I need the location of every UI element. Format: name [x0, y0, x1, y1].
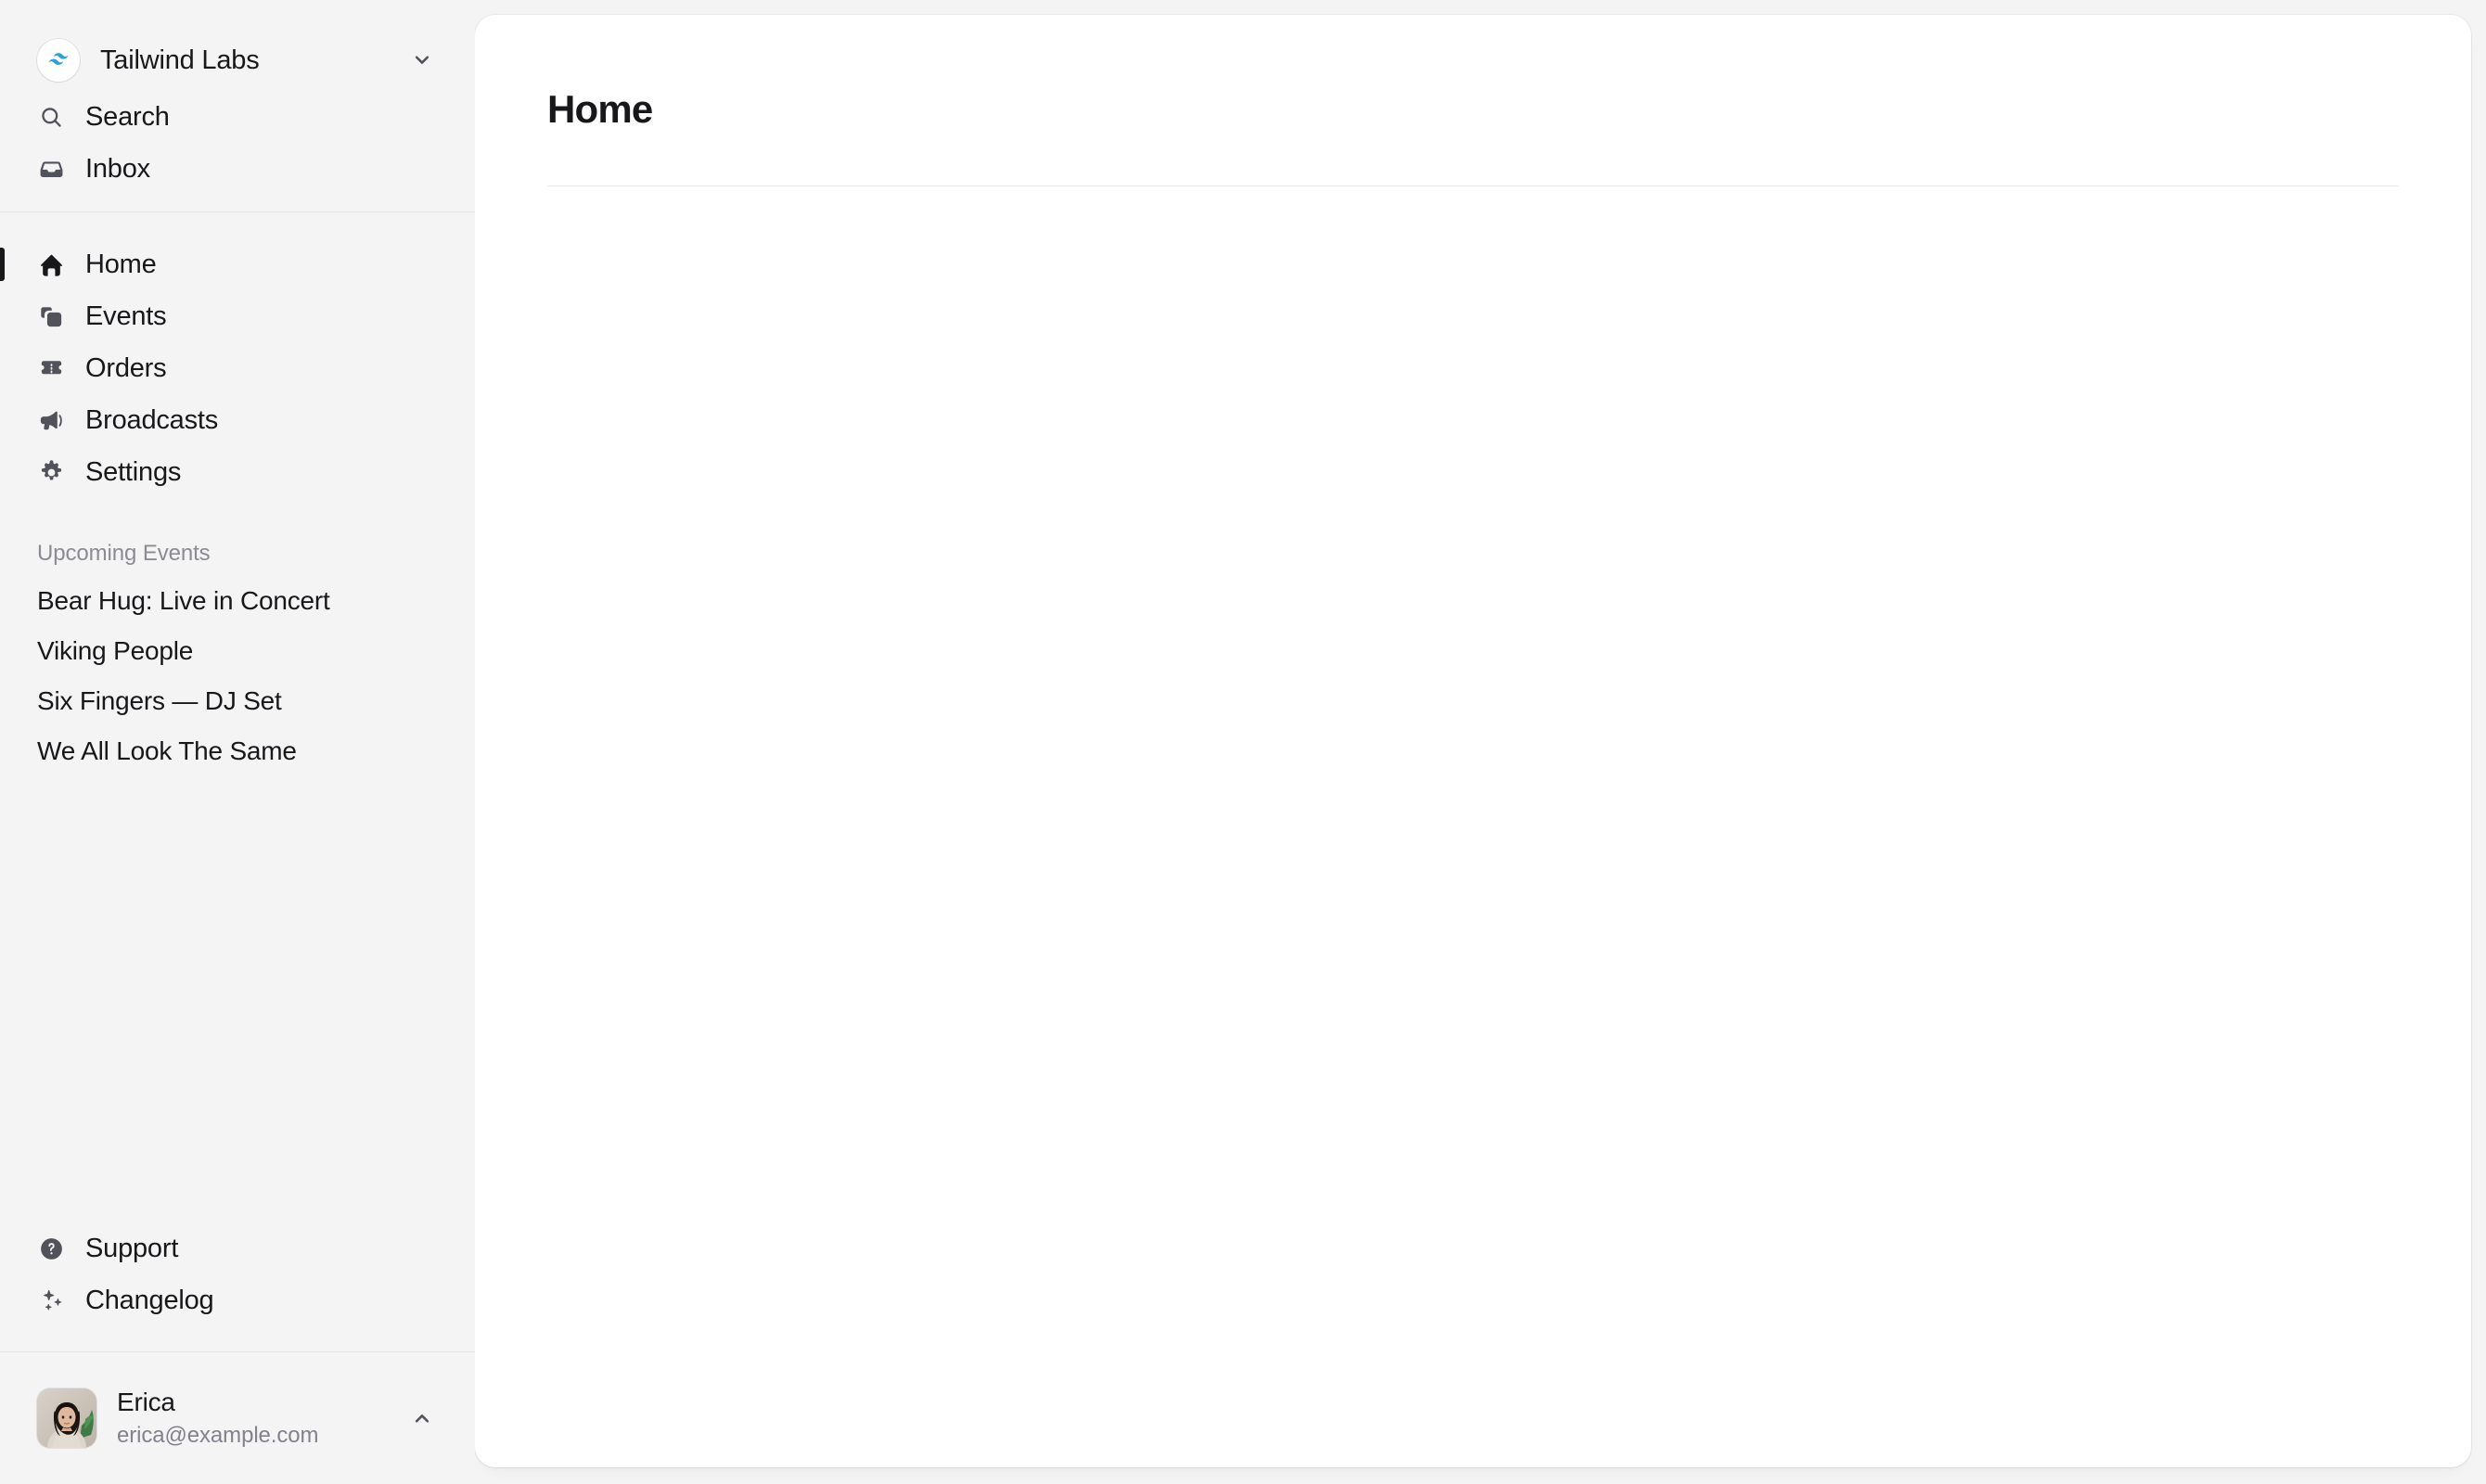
- sidebar-header: Tailwind Labs Search Inbox: [0, 0, 475, 211]
- upcoming-event-label: We All Look The Same: [37, 736, 297, 765]
- sidebar-footer-nav: Support Changelog: [0, 1223, 475, 1351]
- chevron-down-icon: [408, 46, 436, 74]
- list-item[interactable]: Bear Hug: Live in Concert: [26, 576, 449, 626]
- upcoming-events-heading: Upcoming Events: [37, 541, 211, 566]
- user-menu-button[interactable]: Erica erica@example.com: [26, 1376, 449, 1460]
- user-meta: Erica erica@example.com: [117, 1386, 388, 1451]
- avatar: [37, 1388, 96, 1448]
- sidebar-item-label: Search: [85, 101, 170, 132]
- sidebar-item-label: Home: [85, 249, 157, 279]
- app-root: Tailwind Labs Search Inbox Home Events O…: [0, 0, 2486, 1484]
- upcoming-event-label: Six Fingers — DJ Set: [37, 686, 282, 715]
- user-name: Erica: [117, 1387, 175, 1416]
- org-switcher-button[interactable]: Tailwind Labs: [26, 30, 449, 91]
- list-item[interactable]: Viking People: [26, 626, 449, 676]
- gear-icon: [37, 458, 65, 486]
- sidebar-item-events[interactable]: Events: [26, 290, 449, 342]
- sidebar: Tailwind Labs Search Inbox Home Events O…: [0, 0, 475, 1484]
- page-title: Home: [547, 87, 653, 131]
- sidebar-item-inbox[interactable]: Inbox: [26, 143, 449, 195]
- tailwind-logo-icon: [37, 39, 80, 82]
- content-panel: Home: [475, 15, 2471, 1467]
- sidebar-item-label: Orders: [85, 352, 167, 383]
- content-panel-inner: Home: [547, 15, 2399, 224]
- sidebar-main-nav: Home Events Orders Broadcasts Settings: [0, 212, 475, 498]
- question-mark-circle-icon: [37, 1235, 65, 1263]
- sidebar-item-changelog[interactable]: Changelog: [26, 1275, 449, 1327]
- sidebar-item-broadcasts[interactable]: Broadcasts: [26, 394, 449, 446]
- sidebar-item-label: Events: [85, 301, 167, 331]
- list-item[interactable]: Six Fingers — DJ Set: [26, 676, 449, 726]
- inbox-icon: [37, 155, 65, 183]
- upcoming-events-section: Upcoming Events Bear Hug: Live in Concer…: [0, 531, 475, 776]
- sidebar-item-support[interactable]: Support: [26, 1223, 449, 1275]
- sidebar-item-label: Broadcasts: [85, 404, 219, 435]
- sidebar-item-orders[interactable]: Orders: [26, 342, 449, 394]
- sidebar-item-label: Support: [85, 1234, 179, 1264]
- user-email: erica@example.com: [117, 1422, 319, 1448]
- sidebar-item-label: Changelog: [85, 1286, 214, 1316]
- upcoming-event-label: Viking People: [37, 636, 194, 665]
- megaphone-icon: [37, 406, 65, 434]
- org-name-label: Tailwind Labs: [100, 45, 260, 75]
- sidebar-item-home[interactable]: Home: [0, 238, 449, 290]
- sidebar-item-label: Inbox: [85, 153, 150, 184]
- squares-stack-icon: [37, 302, 65, 330]
- list-item[interactable]: We All Look The Same: [26, 726, 449, 776]
- sidebar-item-label: Settings: [85, 456, 182, 487]
- sidebar-item-settings[interactable]: Settings: [26, 446, 449, 498]
- chevron-up-icon: [408, 1404, 436, 1432]
- sidebar-footer: Erica erica@example.com: [0, 1352, 475, 1484]
- search-icon: [37, 103, 65, 131]
- ticket-icon: [37, 354, 65, 382]
- sparkles-icon: [37, 1287, 65, 1315]
- page-content: [547, 186, 2399, 224]
- active-indicator: [0, 248, 5, 281]
- upcoming-event-label: Bear Hug: Live in Concert: [37, 586, 330, 615]
- sidebar-item-search[interactable]: Search: [26, 91, 449, 143]
- main-area: Home: [475, 0, 2486, 1484]
- home-icon: [37, 250, 65, 278]
